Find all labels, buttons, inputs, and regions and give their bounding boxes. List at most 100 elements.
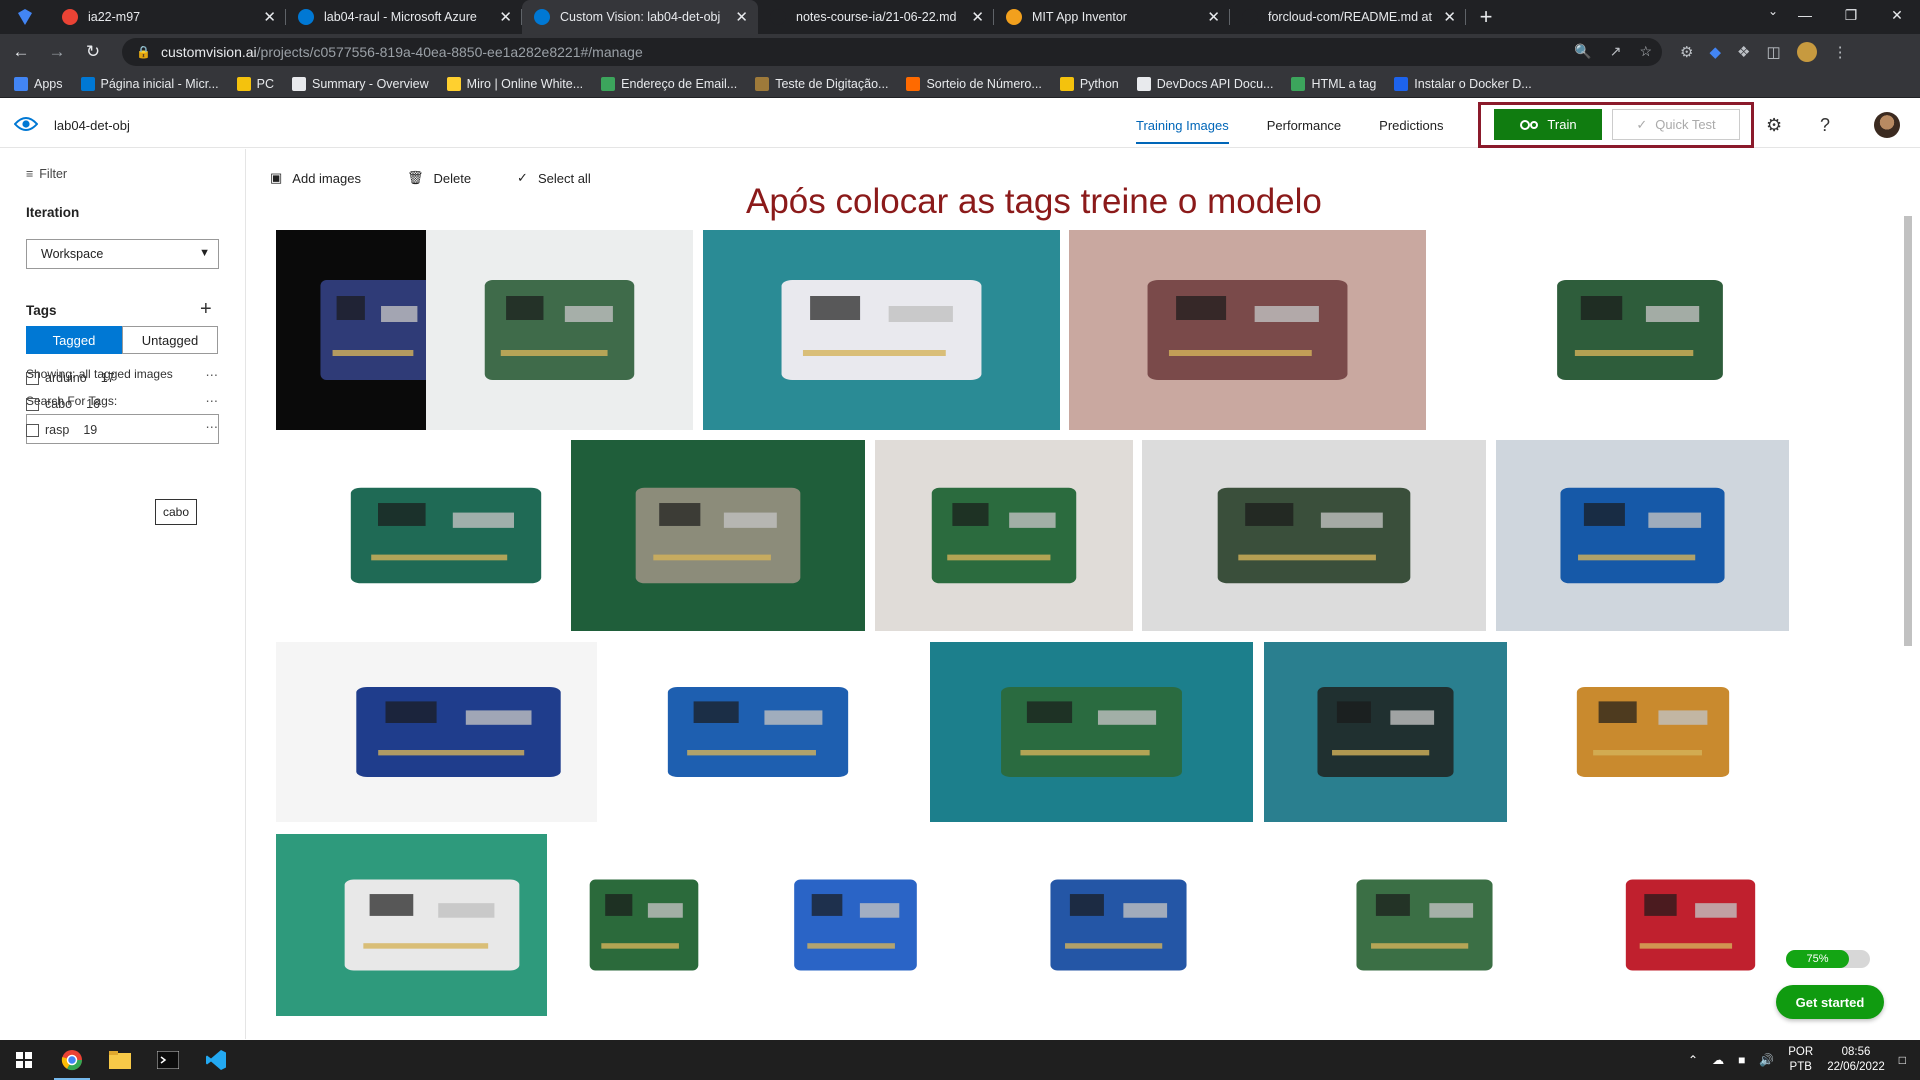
scrollbar[interactable] <box>1902 210 1914 1030</box>
raspberry-pi-wires-photo[interactable] <box>1069 230 1426 430</box>
bookmark-item[interactable]: Teste de Digitação... <box>755 76 888 91</box>
close-tab-icon[interactable]: ✕ <box>971 8 984 26</box>
onedrive-icon[interactable]: ☁ <box>1712 1053 1724 1067</box>
ethernet-cable-photo[interactable] <box>746 834 965 1016</box>
clock[interactable]: 08:56 22/06/2022 <box>1827 1045 1885 1075</box>
close-tab-icon[interactable]: ✕ <box>1207 8 1220 26</box>
train-button[interactable]: Train <box>1494 109 1602 140</box>
add-tag-icon[interactable]: + <box>200 298 212 321</box>
raspberry-pi-board-photo[interactable] <box>571 440 865 631</box>
tag-checkbox[interactable] <box>26 423 39 437</box>
arduino-sensors-photo[interactable] <box>1496 440 1789 631</box>
profile-avatar[interactable] <box>1796 42 1817 62</box>
chrome-taskbar-icon[interactable] <box>48 1040 96 1080</box>
browser-tab[interactable]: ia22-m97 ✕ <box>50 0 286 34</box>
arduino-cable-photo[interactable] <box>597 642 919 822</box>
tab-performance[interactable]: Performance <box>1267 102 1341 148</box>
chrome-menu-icon[interactable]: ⋮ <box>1833 43 1848 61</box>
reload-icon[interactable]: ↻ <box>78 37 108 67</box>
raspberry-pi-sensor-photo[interactable] <box>1264 642 1507 822</box>
raspberry-pi-breadboard-photo[interactable] <box>930 642 1253 822</box>
browser-tab[interactable]: notes-course-ia/21-06-22.md at ✕ <box>758 0 994 34</box>
forward-icon[interactable]: → <box>42 37 72 67</box>
browser-menu-icon[interactable] <box>0 0 50 34</box>
zoom-icon[interactable]: 🔍 <box>1574 43 1591 60</box>
azure-extension-icon[interactable]: ◆ <box>1709 43 1721 61</box>
pi-arduino-diagram-photo[interactable] <box>547 834 741 1016</box>
project-name[interactable]: lab04-det-obj <box>54 118 130 133</box>
raspberry-pi-heatsink-photo[interactable] <box>1303 834 1546 1016</box>
browser-tab[interactable]: forcloud-com/README.md at ma ✕ <box>1230 0 1466 34</box>
bookmark-item[interactable]: Instalar o Docker D... <box>1394 76 1532 91</box>
chevron-up-icon[interactable]: ⌃ <box>1688 1053 1698 1067</box>
filter-toggle[interactable]: ≡ Filter <box>26 167 67 181</box>
iteration-select[interactable]: Workspace ▼ <box>26 239 219 269</box>
extensions-puzzle-icon[interactable]: ❖ <box>1737 43 1750 61</box>
user-avatar[interactable] <box>1874 112 1900 138</box>
settings-gear-icon[interactable]: ⚙ <box>1766 115 1782 136</box>
language-indicator[interactable]: POR PTB <box>1788 1045 1813 1075</box>
bookmark-item[interactable]: DevDocs API Docu... <box>1136 76 1273 91</box>
close-tab-icon[interactable]: ✕ <box>263 8 276 26</box>
windows-start-icon[interactable] <box>0 1040 48 1080</box>
bookmark-item[interactable]: Apps <box>14 76 63 91</box>
tab-training-images[interactable]: Training Images <box>1136 102 1229 148</box>
vscode-icon[interactable] <box>192 1040 240 1080</box>
bookmark-item[interactable]: Endereço de Email... <box>601 76 737 91</box>
sensor-kit-photo[interactable] <box>1517 642 1789 822</box>
notifications-icon[interactable]: □ <box>1899 1053 1906 1067</box>
bookmark-star-icon[interactable]: ☆ <box>1639 43 1652 60</box>
address-bar[interactable]: 🔒 customvision.ai/projects/c0577556-819a… <box>122 38 1662 66</box>
bookmark-item[interactable]: Python <box>1059 76 1119 91</box>
raspberry-pi-photo[interactable] <box>426 230 693 430</box>
raspberry-pi-debian-photo[interactable] <box>703 230 1060 430</box>
back-icon[interactable]: ← <box>6 37 36 67</box>
browser-tab[interactable]: lab04-raul - Microsoft Azure ✕ <box>286 0 522 34</box>
more-options-icon[interactable]: ⋯ <box>206 393 220 408</box>
untagged-button[interactable]: Untagged <box>122 326 218 354</box>
file-explorer-icon[interactable] <box>96 1040 144 1080</box>
share-icon[interactable]: ↗ <box>1610 43 1622 60</box>
pi-and-arduino-photo[interactable] <box>276 440 616 631</box>
browser-tab[interactable]: Custom Vision: lab04-det-obj - Tr ✕ <box>522 0 758 34</box>
raspberry-pi-4-box-photo[interactable] <box>1575 834 1806 1016</box>
close-tab-icon[interactable]: ✕ <box>1443 8 1456 26</box>
close-window-icon[interactable]: ✕ <box>1874 0 1920 30</box>
tab-search-icon[interactable]: ⌄ <box>1768 4 1778 18</box>
raspberry-pi-fingers-photo[interactable] <box>1142 440 1486 631</box>
volume-icon[interactable]: 🔊 <box>1759 1053 1774 1067</box>
bookmark-item[interactable]: HTML a tag <box>1291 76 1376 91</box>
quick-test-button[interactable]: ✓ Quick Test <box>1612 109 1740 140</box>
tag-row-arduino[interactable]: arduino 17 ⋯ <box>26 368 219 385</box>
tag-checkbox[interactable] <box>26 371 39 385</box>
terminal-icon[interactable] <box>144 1040 192 1080</box>
restore-icon[interactable]: ❐ <box>1828 0 1874 30</box>
settings-extension-icon[interactable]: ⚙ <box>1680 43 1693 61</box>
tab-predictions[interactable]: Predictions <box>1379 102 1443 148</box>
more-options-icon[interactable]: ⋯ <box>206 367 220 382</box>
bookmark-item[interactable]: Summary - Overview <box>291 76 429 91</box>
raspberry-pi-hand-photo[interactable] <box>1492 230 1788 430</box>
custom-vision-eye-icon[interactable] <box>14 115 38 133</box>
bookmark-item[interactable]: Página inicial - Micr... <box>80 76 219 91</box>
bookmark-item[interactable]: Miro | Online White... <box>446 76 583 91</box>
usb-cable-arduino-photo[interactable] <box>997 834 1240 1016</box>
tag-row-rasp[interactable]: rasp 19 ⋯ <box>26 420 219 437</box>
network-icon[interactable]: ■ <box>1738 1053 1745 1067</box>
side-panel-icon[interactable]: ◫ <box>1766 43 1780 61</box>
help-icon[interactable]: ? <box>1820 115 1830 136</box>
close-tab-icon[interactable]: ✕ <box>735 8 748 26</box>
new-tab-icon[interactable]: + <box>1466 0 1506 34</box>
tag-row-cabo[interactable]: cabo 16 ⋯ <box>26 394 219 411</box>
raspberry-pi-3-photo[interactable] <box>875 440 1133 631</box>
close-tab-icon[interactable]: ✕ <box>499 8 512 26</box>
bookmark-item[interactable]: Sorteio de Número... <box>906 76 1042 91</box>
delete-button[interactable]: 🗑 Delete <box>407 170 471 186</box>
select-all-button[interactable]: ✓ Select all <box>517 170 591 186</box>
tagged-button[interactable]: Tagged <box>26 326 122 354</box>
bookmark-item[interactable]: PC <box>236 76 274 91</box>
arduino-starter-kit-photo[interactable] <box>276 642 641 822</box>
more-options-icon[interactable]: ⋯ <box>206 419 220 434</box>
add-images-button[interactable]: ▣ Add images <box>270 170 361 186</box>
browser-tab[interactable]: MIT App Inventor ✕ <box>994 0 1230 34</box>
